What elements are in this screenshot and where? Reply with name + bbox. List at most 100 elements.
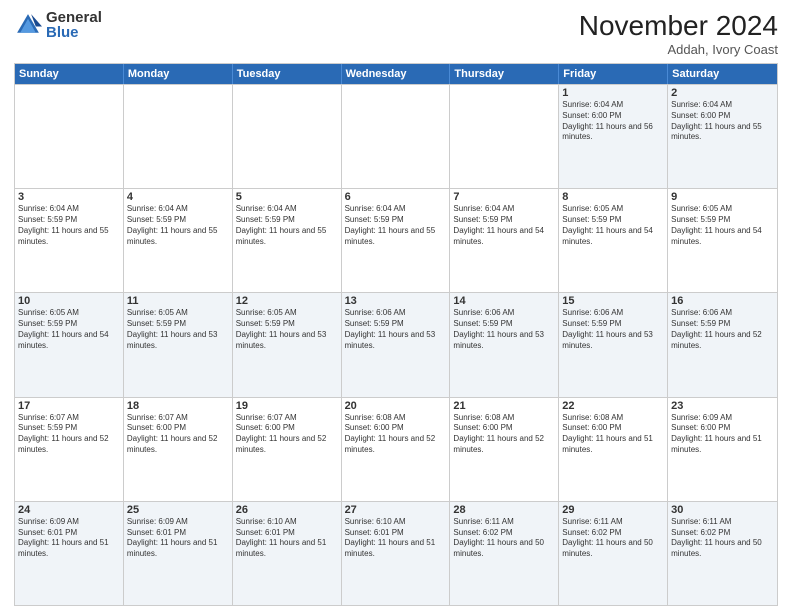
cell-info: Sunrise: 6:09 AMSunset: 6:00 PMDaylight:…	[671, 413, 774, 456]
calendar-cell-0-0	[15, 85, 124, 188]
cell-info: Sunrise: 6:08 AMSunset: 6:00 PMDaylight:…	[562, 413, 664, 456]
day-number: 22	[562, 400, 664, 412]
day-number: 29	[562, 504, 664, 516]
day-number: 30	[671, 504, 774, 516]
cell-info: Sunrise: 6:10 AMSunset: 6:01 PMDaylight:…	[236, 517, 338, 560]
cell-info: Sunrise: 6:06 AMSunset: 5:59 PMDaylight:…	[671, 308, 774, 351]
calendar-cell-4-3: 27Sunrise: 6:10 AMSunset: 6:01 PMDayligh…	[342, 502, 451, 605]
calendar-header: SundayMondayTuesdayWednesdayThursdayFrid…	[15, 64, 777, 84]
day-number: 9	[671, 191, 774, 203]
calendar-cell-1-6: 9Sunrise: 6:05 AMSunset: 5:59 PMDaylight…	[668, 189, 777, 292]
calendar-cell-4-6: 30Sunrise: 6:11 AMSunset: 6:02 PMDayligh…	[668, 502, 777, 605]
cell-info: Sunrise: 6:04 AMSunset: 5:59 PMDaylight:…	[127, 204, 229, 247]
calendar-cell-2-3: 13Sunrise: 6:06 AMSunset: 5:59 PMDayligh…	[342, 293, 451, 396]
calendar-cell-3-4: 21Sunrise: 6:08 AMSunset: 6:00 PMDayligh…	[450, 398, 559, 501]
logo-blue-text: Blue	[46, 25, 102, 40]
cell-info: Sunrise: 6:04 AMSunset: 6:00 PMDaylight:…	[562, 100, 664, 143]
calendar-cell-0-3	[342, 85, 451, 188]
cell-info: Sunrise: 6:07 AMSunset: 5:59 PMDaylight:…	[18, 413, 120, 456]
calendar-cell-3-1: 18Sunrise: 6:07 AMSunset: 6:00 PMDayligh…	[124, 398, 233, 501]
calendar-cell-2-5: 15Sunrise: 6:06 AMSunset: 5:59 PMDayligh…	[559, 293, 668, 396]
calendar-cell-2-0: 10Sunrise: 6:05 AMSunset: 5:59 PMDayligh…	[15, 293, 124, 396]
cell-info: Sunrise: 6:11 AMSunset: 6:02 PMDaylight:…	[562, 517, 664, 560]
location: Addah, Ivory Coast	[579, 42, 778, 57]
day-number: 7	[453, 191, 555, 203]
cell-info: Sunrise: 6:07 AMSunset: 6:00 PMDaylight:…	[127, 413, 229, 456]
cell-info: Sunrise: 6:09 AMSunset: 6:01 PMDaylight:…	[127, 517, 229, 560]
day-number: 24	[18, 504, 120, 516]
header-day-thursday: Thursday	[450, 64, 559, 84]
cell-info: Sunrise: 6:06 AMSunset: 5:59 PMDaylight:…	[453, 308, 555, 351]
calendar-cell-3-2: 19Sunrise: 6:07 AMSunset: 6:00 PMDayligh…	[233, 398, 342, 501]
cell-info: Sunrise: 6:11 AMSunset: 6:02 PMDaylight:…	[453, 517, 555, 560]
header-day-monday: Monday	[124, 64, 233, 84]
day-number: 15	[562, 295, 664, 307]
calendar-cell-1-5: 8Sunrise: 6:05 AMSunset: 5:59 PMDaylight…	[559, 189, 668, 292]
day-number: 23	[671, 400, 774, 412]
calendar-cell-0-1	[124, 85, 233, 188]
cell-info: Sunrise: 6:04 AMSunset: 5:59 PMDaylight:…	[453, 204, 555, 247]
cell-info: Sunrise: 6:04 AMSunset: 5:59 PMDaylight:…	[18, 204, 120, 247]
day-number: 8	[562, 191, 664, 203]
logo-icon	[14, 11, 42, 39]
cell-info: Sunrise: 6:10 AMSunset: 6:01 PMDaylight:…	[345, 517, 447, 560]
day-number: 25	[127, 504, 229, 516]
day-number: 6	[345, 191, 447, 203]
day-number: 14	[453, 295, 555, 307]
day-number: 18	[127, 400, 229, 412]
month-title: November 2024	[579, 10, 778, 42]
day-number: 4	[127, 191, 229, 203]
cell-info: Sunrise: 6:05 AMSunset: 5:59 PMDaylight:…	[671, 204, 774, 247]
calendar-cell-2-6: 16Sunrise: 6:06 AMSunset: 5:59 PMDayligh…	[668, 293, 777, 396]
cell-info: Sunrise: 6:05 AMSunset: 5:59 PMDaylight:…	[236, 308, 338, 351]
calendar-cell-2-4: 14Sunrise: 6:06 AMSunset: 5:59 PMDayligh…	[450, 293, 559, 396]
cell-info: Sunrise: 6:06 AMSunset: 5:59 PMDaylight:…	[345, 308, 447, 351]
calendar-row-4: 24Sunrise: 6:09 AMSunset: 6:01 PMDayligh…	[15, 501, 777, 605]
cell-info: Sunrise: 6:06 AMSunset: 5:59 PMDaylight:…	[562, 308, 664, 351]
cell-info: Sunrise: 6:05 AMSunset: 5:59 PMDaylight:…	[127, 308, 229, 351]
cell-info: Sunrise: 6:08 AMSunset: 6:00 PMDaylight:…	[453, 413, 555, 456]
logo-text: General Blue	[46, 10, 102, 40]
cell-info: Sunrise: 6:05 AMSunset: 5:59 PMDaylight:…	[562, 204, 664, 247]
day-number: 27	[345, 504, 447, 516]
day-number: 20	[345, 400, 447, 412]
calendar-row-0: 1Sunrise: 6:04 AMSunset: 6:00 PMDaylight…	[15, 84, 777, 188]
calendar-cell-0-4	[450, 85, 559, 188]
cell-info: Sunrise: 6:04 AMSunset: 6:00 PMDaylight:…	[671, 100, 774, 143]
day-number: 21	[453, 400, 555, 412]
cell-info: Sunrise: 6:09 AMSunset: 6:01 PMDaylight:…	[18, 517, 120, 560]
logo: General Blue	[14, 10, 102, 40]
cell-info: Sunrise: 6:11 AMSunset: 6:02 PMDaylight:…	[671, 517, 774, 560]
day-number: 17	[18, 400, 120, 412]
calendar-cell-1-1: 4Sunrise: 6:04 AMSunset: 5:59 PMDaylight…	[124, 189, 233, 292]
cell-info: Sunrise: 6:04 AMSunset: 5:59 PMDaylight:…	[236, 204, 338, 247]
calendar-cell-1-2: 5Sunrise: 6:04 AMSunset: 5:59 PMDaylight…	[233, 189, 342, 292]
cell-info: Sunrise: 6:08 AMSunset: 6:00 PMDaylight:…	[345, 413, 447, 456]
calendar: SundayMondayTuesdayWednesdayThursdayFrid…	[14, 63, 778, 606]
header-day-wednesday: Wednesday	[342, 64, 451, 84]
day-number: 13	[345, 295, 447, 307]
calendar-row-2: 10Sunrise: 6:05 AMSunset: 5:59 PMDayligh…	[15, 292, 777, 396]
calendar-body: 1Sunrise: 6:04 AMSunset: 6:00 PMDaylight…	[15, 84, 777, 605]
logo-general-text: General	[46, 10, 102, 25]
cell-info: Sunrise: 6:04 AMSunset: 5:59 PMDaylight:…	[345, 204, 447, 247]
day-number: 5	[236, 191, 338, 203]
calendar-cell-1-4: 7Sunrise: 6:04 AMSunset: 5:59 PMDaylight…	[450, 189, 559, 292]
day-number: 28	[453, 504, 555, 516]
calendar-cell-4-5: 29Sunrise: 6:11 AMSunset: 6:02 PMDayligh…	[559, 502, 668, 605]
calendar-cell-1-0: 3Sunrise: 6:04 AMSunset: 5:59 PMDaylight…	[15, 189, 124, 292]
calendar-row-1: 3Sunrise: 6:04 AMSunset: 5:59 PMDaylight…	[15, 188, 777, 292]
calendar-cell-1-3: 6Sunrise: 6:04 AMSunset: 5:59 PMDaylight…	[342, 189, 451, 292]
page: General Blue November 2024 Addah, Ivory …	[0, 0, 792, 612]
day-number: 12	[236, 295, 338, 307]
header-day-sunday: Sunday	[15, 64, 124, 84]
calendar-cell-4-0: 24Sunrise: 6:09 AMSunset: 6:01 PMDayligh…	[15, 502, 124, 605]
header-day-friday: Friday	[559, 64, 668, 84]
day-number: 3	[18, 191, 120, 203]
calendar-cell-0-6: 2Sunrise: 6:04 AMSunset: 6:00 PMDaylight…	[668, 85, 777, 188]
header-day-saturday: Saturday	[668, 64, 777, 84]
header-day-tuesday: Tuesday	[233, 64, 342, 84]
title-block: November 2024 Addah, Ivory Coast	[579, 10, 778, 57]
day-number: 26	[236, 504, 338, 516]
calendar-cell-0-5: 1Sunrise: 6:04 AMSunset: 6:00 PMDaylight…	[559, 85, 668, 188]
